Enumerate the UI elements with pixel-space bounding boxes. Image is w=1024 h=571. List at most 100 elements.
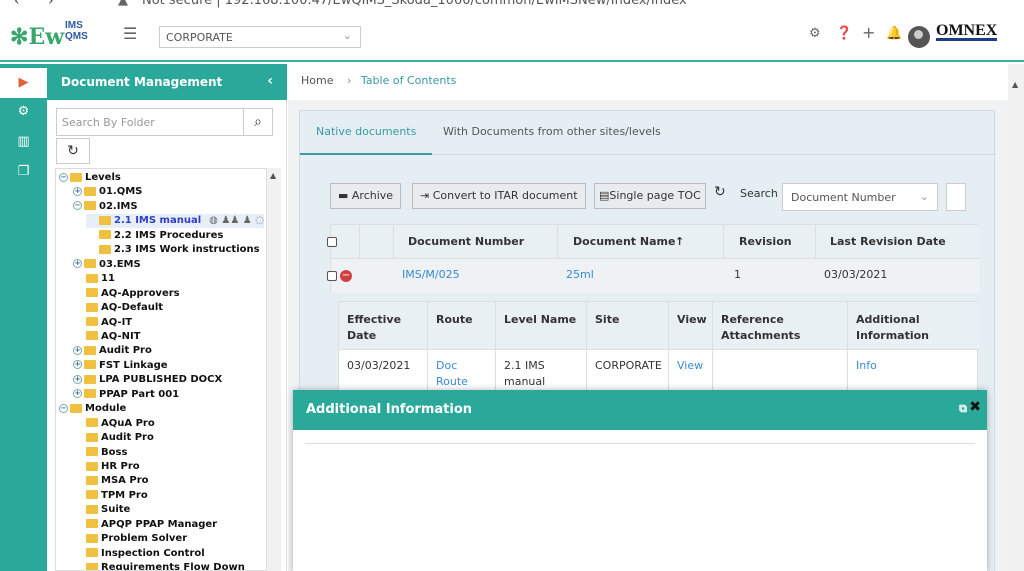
doc-route-link[interactable]: Doc Route <box>436 358 468 390</box>
document-detail-table: Effective Date Route Level Name Site View… <box>338 301 979 398</box>
tree-item[interactable]: + Audit Pro <box>73 344 152 358</box>
tree-item[interactable]: Problem Solver <box>73 532 187 546</box>
search-input[interactable] <box>946 183 966 211</box>
select-all-checkbox[interactable] <box>327 237 337 247</box>
folder-icon <box>84 201 96 211</box>
tab-native-documents[interactable]: Native documents <box>299 125 433 155</box>
tree-toggle-icon[interactable]: + <box>73 389 82 399</box>
archive-button[interactable]: ▬ Archive <box>330 183 402 209</box>
tree-item[interactable]: 2.2 IMS Procedures <box>86 229 223 243</box>
security-warning-icon[interactable]: ▲ <box>118 0 128 8</box>
browser-bar: ‹ › ▲ Not secure | 192.168.100.47/EwQIMS… <box>0 0 1024 10</box>
tree-item-label: Requirements Flow Down <box>101 562 245 571</box>
breadcrumb-home[interactable]: Home <box>301 74 333 87</box>
tab-other-sites[interactable]: With Documents from other sites/levels <box>443 125 661 138</box>
tree-item[interactable]: + LPA PUBLISHED DOCX <box>73 373 222 387</box>
tree-item[interactable]: APQP PPAP Manager <box>73 518 217 532</box>
tree-item-label: 02.IMS <box>99 200 138 212</box>
sort-icon[interactable]: ↑ <box>675 235 684 248</box>
tree-item[interactable]: +03.EMS <box>73 258 141 272</box>
col-effective-date: Effective Date <box>347 313 402 342</box>
external-link-icon[interactable]: ⧉ <box>959 402 967 416</box>
folder-icon <box>86 418 98 428</box>
tree-toggle-icon[interactable]: − <box>59 172 68 182</box>
tree-toggle-icon[interactable]: + <box>73 259 82 269</box>
help-icon[interactable]: ❓ <box>836 26 852 41</box>
collapse-row-icon[interactable]: − <box>340 270 352 282</box>
additional-information-modal: Additional Information ⧉ ✖ <box>293 390 987 571</box>
back-icon[interactable]: ‹ <box>14 0 20 9</box>
tree-item[interactable]: AQ-Approvers <box>73 287 180 301</box>
collapse-panel-icon[interactable]: ‹ <box>267 73 273 89</box>
tree-toggle-icon[interactable]: + <box>73 345 82 355</box>
info-link[interactable]: Info <box>856 358 877 374</box>
tree-item[interactable]: Suite <box>73 503 130 517</box>
tree-toggle-icon[interactable]: + <box>73 186 82 196</box>
user-avatar[interactable] <box>908 26 930 48</box>
table-row[interactable]: − IMS/M/025 25ml 1 03/03/2021 <box>327 259 979 293</box>
building-module-icon[interactable]: ▥ <box>0 134 47 149</box>
app-logo[interactable]: ✻Ew IMS QMS <box>10 21 88 51</box>
folder-actions-icons[interactable]: ◍ ♟♟ ♟ ◌ <box>209 215 264 226</box>
tree-item[interactable]: − Module <box>59 402 126 416</box>
settings-icon[interactable]: ⚙ <box>809 26 821 41</box>
tree-item-label: Boss <box>101 446 128 458</box>
tree-item-label: Levels <box>85 172 121 183</box>
tree-item[interactable]: 2.3 IMS Work instructions <box>86 243 260 257</box>
col-revision[interactable]: Revision <box>739 235 792 248</box>
copy-module-icon[interactable]: ❐ <box>0 164 47 179</box>
tree-item[interactable]: Boss <box>73 446 127 460</box>
detail-header: Effective Date Route Level Name Site View… <box>339 302 979 350</box>
page-scrollbar[interactable]: ▲ <box>1008 64 1024 571</box>
tree-item[interactable]: Requirements Flow Down <box>73 561 245 571</box>
site-value: CORPORATE <box>595 359 662 372</box>
col-document-number[interactable]: Document Number <box>408 235 524 248</box>
document-name-link[interactable]: 25ml <box>566 268 594 281</box>
folder-icon <box>86 461 98 471</box>
forward-icon[interactable]: › <box>48 0 54 9</box>
document-number-link[interactable]: IMS/M/025 <box>402 268 460 281</box>
refresh-search-icon[interactable]: ↻ <box>714 184 726 200</box>
folder-search-input[interactable]: Search By Folder <box>56 108 244 136</box>
tree-item[interactable]: +01.QMS <box>73 185 142 199</box>
tree-item[interactable]: AQ-Default <box>73 301 163 315</box>
tree-item[interactable]: + FST Linkage <box>73 359 168 373</box>
tree-toggle-icon[interactable]: + <box>73 360 82 370</box>
add-icon[interactable]: + <box>862 23 875 42</box>
tree-item[interactable]: + PPAP Part 001 <box>73 388 179 402</box>
tree-item[interactable]: 11 <box>73 272 115 286</box>
menu-icon[interactable]: ☰ <box>123 24 137 43</box>
view-link[interactable]: View <box>677 358 703 374</box>
tree-toggle-icon[interactable]: − <box>59 403 68 413</box>
tree-item[interactable]: AQ-NIT <box>73 330 141 344</box>
breadcrumb-current[interactable]: Table of Contents <box>361 74 457 87</box>
tree-item[interactable]: MSA Pro <box>73 474 149 488</box>
tree-item[interactable]: − Levels <box>59 171 121 185</box>
search-field-select[interactable]: Document Number ⌄ <box>782 183 938 211</box>
tree-item[interactable]: AQ-IT <box>73 316 132 330</box>
refresh-icon[interactable]: ↻ <box>56 138 90 164</box>
tree-toggle-icon[interactable]: − <box>73 201 82 211</box>
document-module-icon[interactable]: ▶ <box>0 68 47 98</box>
tree-toggle-icon[interactable]: + <box>73 374 82 384</box>
tree-item[interactable]: − 02.IMS <box>73 200 138 214</box>
url-bar[interactable]: Not secure | 192.168.100.47/EwQIMS_Skoda… <box>142 0 687 8</box>
close-icon[interactable]: ✖ <box>969 399 981 415</box>
tree-scrollbar[interactable]: ▲ <box>267 168 281 571</box>
tree-item[interactable]: Audit Pro <box>73 431 154 445</box>
settings-module-icon[interactable]: ⚙ <box>0 104 47 119</box>
tree-item[interactable]: HR Pro <box>73 460 140 474</box>
tree-item[interactable]: TPM Pro <box>73 489 148 503</box>
row-checkbox[interactable] <box>327 271 337 281</box>
tree-item[interactable]: AQuA Pro <box>73 417 155 431</box>
folder-icon <box>86 432 98 442</box>
tree-item[interactable]: 2.1 IMS manual ◍ ♟♟ ♟ ◌ <box>86 214 264 229</box>
tree-item[interactable]: Inspection Control <box>73 547 205 561</box>
bell-icon[interactable]: 🔔 <box>886 26 902 41</box>
convert-itar-button[interactable]: ⇥ Convert to ITAR document <box>412 183 586 209</box>
single-page-toc-button[interactable]: ▤Single page TOC <box>594 183 706 209</box>
col-last-revision-date[interactable]: Last Revision Date <box>830 235 946 248</box>
search-icon[interactable]: ⌕ <box>243 108 273 136</box>
col-document-name[interactable]: Document Name <box>573 235 675 248</box>
site-select[interactable]: CORPORATE ⌄ <box>159 26 361 48</box>
